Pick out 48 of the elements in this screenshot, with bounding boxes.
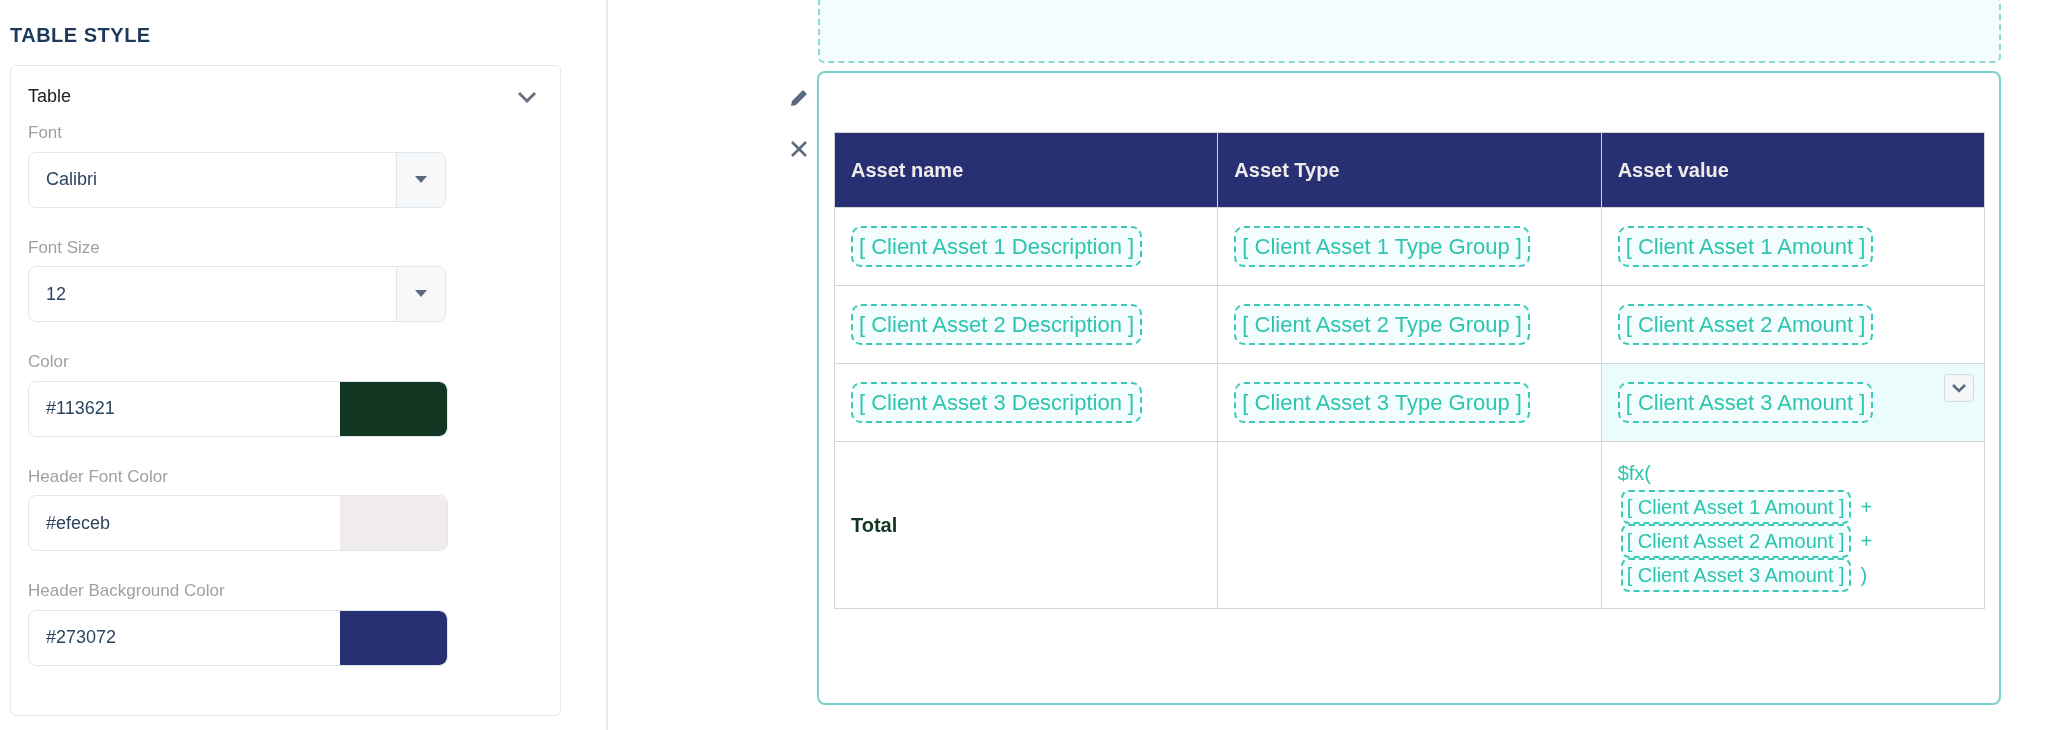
operator: ) xyxy=(1860,563,1868,588)
field-label: Color xyxy=(28,351,70,373)
placeholder-token[interactable]: [ Client Asset 1 Type Group ] xyxy=(1234,226,1530,267)
placeholder-token[interactable]: [ Client Asset 1 Description ] xyxy=(851,226,1143,267)
total-label: Total xyxy=(851,514,898,536)
table-cell[interactable] xyxy=(1217,441,1602,609)
placeholder-token[interactable]: [ Client Asset 3 Amount ] xyxy=(1620,558,1851,592)
table-cell[interactable]: [ Client Asset 2 Type Group ] xyxy=(1217,285,1602,364)
placeholder-token[interactable]: [ Client Asset 3 Description ] xyxy=(851,382,1143,423)
table-cell[interactable]: [ Client Asset 3 Amount ] xyxy=(1601,363,1985,442)
column-header: Asset value xyxy=(1601,132,1985,208)
placeholder-token[interactable]: [ Client Asset 1 Amount ] xyxy=(1617,226,1874,267)
chevron-down-icon xyxy=(1952,383,1966,393)
placeholder-token[interactable]: [ Client Asset 2 Type Group ] xyxy=(1234,304,1530,345)
placeholder-token[interactable]: [ Client Asset 3 Type Group ] xyxy=(1234,382,1530,423)
edit-icon[interactable] xyxy=(788,87,810,109)
placeholder-token[interactable]: [ Client Asset 2 Description ] xyxy=(851,304,1143,345)
caret-down-icon xyxy=(415,175,427,184)
cell-menu-button[interactable] xyxy=(1944,374,1974,402)
placeholder-token[interactable]: [ Client Asset 2 Amount ] xyxy=(1620,524,1851,558)
placeholder-token[interactable]: [ Client Asset 1 Amount ] xyxy=(1620,490,1851,524)
field-label: Header Font Color xyxy=(28,465,169,488)
field-label: Font xyxy=(28,122,64,144)
table-cell[interactable]: [ Client Asset 2 Description ] xyxy=(834,285,1218,364)
select-field[interactable]: Calibri xyxy=(28,151,446,208)
table-cell[interactable]: [ Client Asset 3 Type Group ] xyxy=(1217,363,1602,442)
table-cell[interactable]: [ Client Asset 1 Type Group ] xyxy=(1217,207,1602,286)
caret-down-icon xyxy=(415,290,427,298)
field-label: Header Background Color xyxy=(28,580,226,602)
column-header: Asset name xyxy=(834,132,1218,208)
close-icon[interactable] xyxy=(790,140,808,158)
panel-title: TABLE STYLE xyxy=(10,23,152,46)
table-cell[interactable]: [ Client Asset 2 Amount ] xyxy=(1601,285,1985,364)
section-title: Table xyxy=(28,85,72,108)
table-cell[interactable]: Total xyxy=(834,441,1218,609)
formula-prefix: $fx( xyxy=(1617,461,1652,486)
operator: + xyxy=(1860,495,1873,520)
operator: + xyxy=(1860,529,1873,554)
placeholder-token[interactable]: [ Client Asset 3 Amount ] xyxy=(1617,382,1874,423)
table-cell[interactable]: [ Client Asset 3 Description ] xyxy=(834,363,1218,442)
select-field[interactable]: 12 xyxy=(28,266,446,322)
table-cell[interactable]: [ Client Asset 1 Description ] xyxy=(834,207,1218,286)
field-label: Font Size xyxy=(28,236,101,259)
chevron-down-icon[interactable] xyxy=(517,90,537,103)
table-cell[interactable]: $fx( [ Client Asset 1 Amount ] + [ Client Asset 2 Amount ] + [ Client Asset 3 Amount ] ) xyxy=(1601,441,1985,609)
column-header: Asset Type xyxy=(1217,132,1602,208)
placeholder-token[interactable]: [ Client Asset 2 Amount ] xyxy=(1617,304,1874,345)
table-cell[interactable]: [ Client Asset 1 Amount ] xyxy=(1601,207,1985,286)
